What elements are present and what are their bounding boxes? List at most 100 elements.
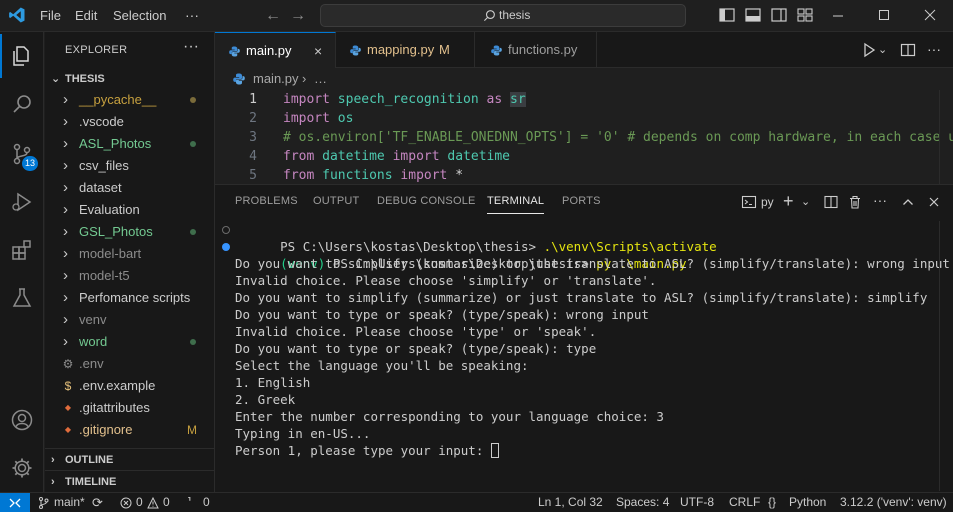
trash-icon[interactable] <box>847 193 863 211</box>
split-terminal-icon[interactable] <box>823 193 839 211</box>
code-token: datetime <box>447 149 511 164</box>
cursor-position[interactable]: Ln 1, Col 32 <box>538 493 603 512</box>
tab-functions-py[interactable]: functions.py <box>475 32 597 68</box>
git-file-icon: ◆ <box>64 403 72 412</box>
breadcrumb-file[interactable]: main.py <box>253 68 299 90</box>
split-editor-icon[interactable] <box>899 41 917 59</box>
explorer-activity[interactable] <box>0 34 44 78</box>
maximize-icon[interactable] <box>861 0 907 31</box>
tree-item[interactable]: › GSL_Photos <box>45 221 214 243</box>
python-interpreter[interactable]: 3.12.2 ('venv': venv) <box>840 493 947 512</box>
customize-layout-icon[interactable] <box>794 4 816 26</box>
tree-item[interactable]: $ .env.example <box>45 375 214 397</box>
new-terminal-icon[interactable]: + <box>783 192 794 211</box>
code-editor[interactable]: 1 import speech_recognition as sr 2 import … <box>215 90 953 184</box>
explorer-title: EXPLORER <box>65 44 128 56</box>
menu-file[interactable]: File <box>40 0 61 32</box>
tree-item[interactable]: ⚙ .env <box>45 353 214 375</box>
source-control-activity[interactable]: 13 <box>0 132 44 176</box>
command-decoration-icon <box>222 226 230 234</box>
indentation[interactable]: Spaces: 4 <box>616 493 669 512</box>
tab-terminal[interactable]: TERMINAL <box>487 188 545 214</box>
editor-more-icon[interactable]: ··· <box>927 41 945 59</box>
forward-arrow-icon[interactable]: → <box>287 5 309 27</box>
close-panel-icon[interactable] <box>926 193 942 211</box>
tree-item[interactable]: › Perfomance scripts <box>45 287 214 309</box>
tree-item[interactable]: ◆ .gitignore M <box>45 419 214 441</box>
env-file-icon: $ <box>64 379 72 393</box>
terminal-output[interactable]: PS C:\Users\kostas\Desktop\thesis> .\ven… <box>215 221 953 491</box>
code-token: datetime <box>322 149 385 164</box>
timeline-section[interactable]: › TIMELINE <box>45 470 214 492</box>
line-endings[interactable]: CRLF <box>729 493 760 512</box>
run-dropdown-chevron-icon[interactable]: ⌄ <box>878 41 896 59</box>
breadcrumb-symbols[interactable]: … <box>314 68 327 90</box>
search-activity[interactable] <box>0 82 44 126</box>
toggle-secondary-sidebar-icon[interactable] <box>768 4 790 26</box>
git-file-icon: ◆ <box>64 425 72 434</box>
menu-edit[interactable]: Edit <box>75 0 97 32</box>
menu-selection[interactable]: Selection <box>113 0 166 32</box>
toggle-primary-sidebar-icon[interactable] <box>716 4 738 26</box>
tree-item[interactable]: › dataset <box>45 177 214 199</box>
manage-activity[interactable] <box>0 446 44 490</box>
language-mode[interactable]: Python <box>789 493 826 512</box>
tree-item-label: csv_files <box>79 158 129 173</box>
tab-debug-console[interactable]: DEBUG CONSOLE <box>377 185 476 217</box>
editor-scrollbar[interactable] <box>939 90 953 184</box>
testing-activity[interactable] <box>0 276 44 320</box>
tree-item-label: model-bart <box>79 246 142 261</box>
code-line: 2 import os <box>215 109 939 128</box>
command-center-search[interactable]: thesis <box>320 4 686 27</box>
run-python-file-icon[interactable] <box>860 41 878 59</box>
close-tab-icon[interactable]: × <box>314 33 322 69</box>
outline-section[interactable]: › OUTLINE <box>45 448 214 470</box>
tree-item[interactable]: › __pycache__ <box>45 89 214 111</box>
settings-file-icon: ⚙ <box>62 357 74 371</box>
sync-icon[interactable]: ⟳ <box>92 493 103 512</box>
git-branch[interactable]: main* <box>54 493 85 512</box>
terminal-line: Enter the number corresponding to your l… <box>235 408 664 425</box>
tab-ports[interactable]: PORTS <box>562 185 601 217</box>
encoding[interactable]: UTF-8 <box>680 493 714 512</box>
menu-more[interactable]: ··· <box>185 0 199 32</box>
tree-item[interactable]: ◆ .gitattributes <box>45 397 214 419</box>
terminal-dropdown-chevron-icon[interactable]: ⌄ <box>801 193 810 211</box>
tree-item[interactable]: › Evaluation <box>45 199 214 221</box>
forwarded-ports-count[interactable]: 0 <box>203 493 210 512</box>
tree-item[interactable]: › ASL_Photos <box>45 133 214 155</box>
tree-item[interactable]: › model-bart <box>45 243 214 265</box>
tab-output[interactable]: OUTPUT <box>313 185 359 217</box>
terminal-line: Invalid choice. Please choose 'type' or … <box>235 323 596 340</box>
tree-item[interactable]: › word <box>45 331 214 353</box>
tree-item[interactable]: › model-t5 <box>45 265 214 287</box>
extensions-activity[interactable] <box>0 228 44 272</box>
tree-item[interactable]: › .vscode <box>45 111 214 133</box>
close-window-icon[interactable] <box>907 0 953 31</box>
explorer-more-icon[interactable]: ··· <box>183 38 199 56</box>
panel-more-icon[interactable]: ··· <box>873 193 887 211</box>
toggle-panel-icon[interactable] <box>742 4 764 26</box>
workspace-root-folder[interactable]: ⌄ THESIS <box>45 69 214 89</box>
accounts-activity[interactable] <box>0 398 44 442</box>
tree-item[interactable]: › csv_files <box>45 155 214 177</box>
code-text: from datetime import datetime <box>283 147 510 166</box>
tree-item[interactable]: › venv <box>45 309 214 331</box>
search-icon <box>483 10 495 22</box>
maximize-panel-chevron-up-icon[interactable] <box>900 193 916 211</box>
source-control-badge: 13 <box>22 156 39 171</box>
terminal-shell-label[interactable]: py <box>761 193 774 211</box>
remote-indicator[interactable] <box>0 493 30 512</box>
tab-main-py[interactable]: main.py × <box>215 32 336 68</box>
run-debug-activity[interactable] <box>0 180 44 224</box>
tab-problems[interactable]: PROBLEMS <box>235 185 298 217</box>
back-arrow-icon[interactable]: ← <box>262 5 284 27</box>
terminal-scrollbar[interactable] <box>939 221 953 491</box>
minimize-icon[interactable] <box>815 0 861 31</box>
code-token: * <box>455 168 464 183</box>
warning-count[interactable]: 0 <box>163 493 170 512</box>
code-token: import <box>384 149 448 164</box>
gear-icon <box>12 458 32 478</box>
error-count[interactable]: 0 <box>136 493 143 512</box>
tab-mapping-py[interactable]: mapping.py M <box>336 32 475 68</box>
